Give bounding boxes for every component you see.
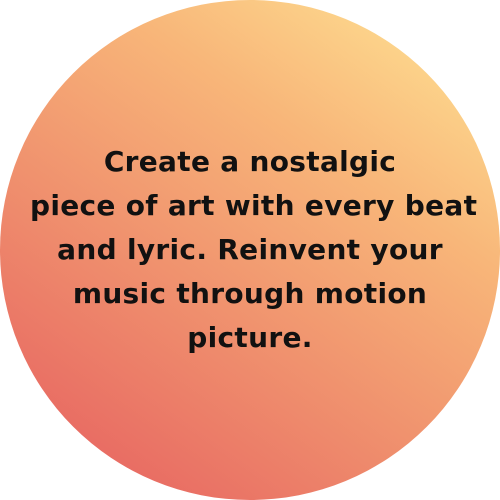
tagline-line-2: piece of art with every beat bbox=[30, 189, 478, 222]
tagline-line-5: picture. bbox=[187, 321, 313, 354]
tagline-line-4: music through motion bbox=[72, 277, 428, 310]
graphic-canvas: Create a nostalgic piece of art with eve… bbox=[0, 0, 500, 500]
tagline-line-3: and lyric. Reinvent your bbox=[57, 233, 443, 266]
tagline-text: Create a nostalgic piece of art with eve… bbox=[30, 140, 478, 360]
gradient-circle: Create a nostalgic piece of art with eve… bbox=[0, 0, 500, 500]
tagline-line-1: Create a nostalgic bbox=[103, 145, 397, 178]
